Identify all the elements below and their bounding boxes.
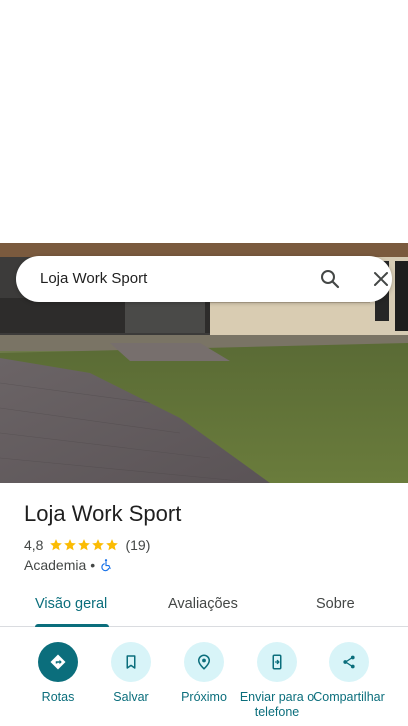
star-icon: [64, 539, 77, 551]
review-count: (19): [125, 537, 151, 553]
tab-reviews[interactable]: Avaliações: [168, 596, 238, 612]
place-category: Academia: [24, 557, 87, 573]
wheelchair-icon: [101, 559, 111, 572]
star-icon: [106, 539, 119, 551]
tab-overview[interactable]: Visão geral: [35, 596, 107, 612]
send-to-phone-label: Enviar para o telefone: [239, 690, 315, 719]
blank-area: [0, 0, 408, 243]
bookmark-icon: [111, 642, 151, 682]
directions-label: Rotas: [41, 690, 75, 704]
close-icon[interactable]: [369, 267, 393, 291]
save-button[interactable]: Salvar: [91, 642, 171, 705]
place-title: Loja Work Sport: [24, 501, 182, 526]
separator-dot: •: [90, 557, 96, 573]
send-to-phone-button[interactable]: Enviar para o telefone: [237, 642, 317, 720]
share-button[interactable]: Compartilhar: [309, 642, 389, 705]
tab-bar: Visão geral Avaliações Sobre: [0, 585, 408, 627]
directions-button[interactable]: Rotas: [18, 642, 98, 705]
nearby-button[interactable]: Próximo: [164, 642, 244, 705]
search-icon[interactable]: [318, 267, 342, 291]
rating-value: 4,8: [24, 537, 44, 553]
directions-icon: [38, 642, 78, 682]
active-tab-indicator: [35, 624, 109, 627]
tab-about[interactable]: Sobre: [316, 596, 355, 612]
category-row: Academia •: [24, 556, 113, 574]
nearby-label: Próximo: [181, 690, 227, 704]
search-bar[interactable]: Loja Work Sport: [16, 256, 392, 302]
star-icon: [50, 539, 63, 551]
search-input[interactable]: Loja Work Sport: [40, 270, 147, 287]
save-label: Salvar: [113, 690, 149, 704]
star-icon: [78, 539, 91, 551]
star-icon: [92, 539, 105, 551]
rating-row[interactable]: 4,8 (19): [24, 536, 150, 554]
send-to-phone-icon: [257, 642, 297, 682]
share-label: Compartilhar: [313, 690, 385, 704]
star-rating: [49, 538, 119, 552]
nearby-icon: [184, 642, 224, 682]
share-icon: [329, 642, 369, 682]
action-bar: Rotas Salvar Próximo Enviar para o telef…: [0, 640, 408, 726]
